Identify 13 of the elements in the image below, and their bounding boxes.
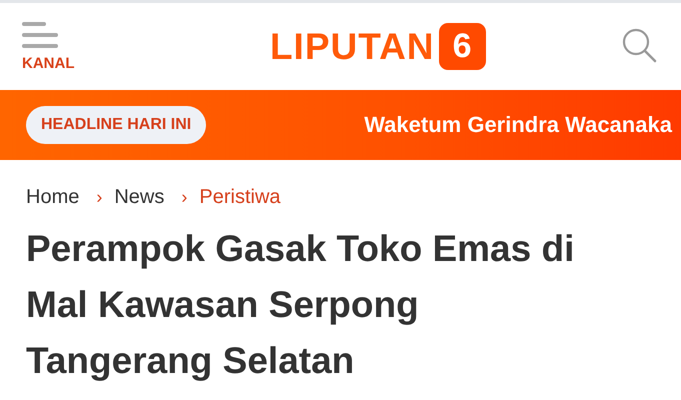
article-title: Perampok Gasak Toko Emas di Mal Kawasan Serpong Tangerang Selatan (26, 227, 576, 383)
search-icon (620, 27, 657, 63)
logo-number: 6 (438, 23, 486, 70)
breadcrumb-link[interactable]: Home (26, 186, 80, 209)
logo-text: LIPUTAN (270, 26, 435, 68)
headline-ticker[interactable]: Waketum Gerindra Wacanaka (364, 112, 672, 138)
breadcrumb-separator: › (181, 187, 188, 208)
breadcrumb-link[interactable]: Peristiwa (199, 186, 281, 209)
headline-badge[interactable]: HEADLINE HARI INI (26, 106, 206, 144)
menu-icon (22, 22, 58, 48)
breadcrumb-separator: › (96, 187, 102, 208)
breadcrumb-link[interactable]: News (114, 186, 164, 209)
menu-button[interactable]: KANAL (22, 22, 74, 72)
